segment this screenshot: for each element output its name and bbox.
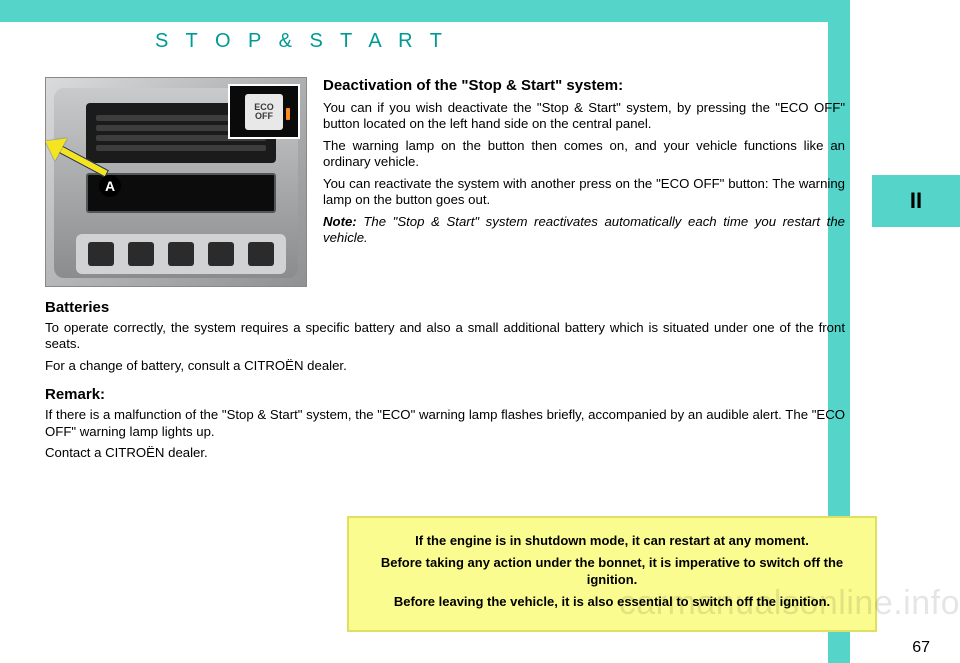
warning-box: If the engine is in shutdown mode, it ca… — [347, 516, 877, 632]
section-tab: II — [872, 175, 960, 227]
deactivation-section: Deactivation of the "Stop & Start" syste… — [323, 77, 845, 287]
eco-off-led — [286, 108, 290, 120]
lower-text: Batteries To operate correctly, the syst… — [45, 299, 845, 462]
climate-controls — [76, 234, 286, 274]
note-text: The "Stop & Start" system reactivates au… — [323, 214, 845, 246]
page-number: 67 — [912, 639, 930, 657]
content-area: S T O P & S T A R T ECO OFF — [45, 22, 845, 642]
eco-off-button-inset: ECO OFF — [228, 84, 300, 139]
warning-line2: Before taking any action under the bonne… — [367, 554, 857, 589]
dashboard-photo: ECO OFF — [45, 77, 307, 287]
deactivation-p3: You can reactivate the system with anoth… — [323, 176, 845, 209]
batteries-p2: For a change of battery, consult a CITRO… — [45, 358, 845, 375]
dashboard-figure: ECO OFF A — [45, 77, 307, 287]
page-title: S T O P & S T A R T — [155, 30, 845, 53]
warning-line3: Before leaving the vehicle, it is also e… — [367, 593, 857, 611]
top-row: ECO OFF A Deactivation of the "Stop & St… — [45, 77, 845, 287]
page: II S T O P & S T A R T ECO OFF — [0, 0, 960, 663]
remark-p2: Contact a CITROËN dealer. — [45, 445, 845, 462]
warning-line1: If the engine is in shutdown mode, it ca… — [367, 532, 857, 550]
batteries-heading: Batteries — [45, 299, 845, 318]
deactivation-p2: The warning lamp on the button then come… — [323, 138, 845, 171]
eco-off-button-face: ECO OFF — [245, 94, 283, 130]
batteries-p1: To operate correctly, the system require… — [45, 320, 845, 353]
deactivation-note: Note: The "Stop & Start" system reactiva… — [323, 214, 845, 247]
remark-heading: Remark: — [45, 386, 845, 405]
remark-p1: If there is a malfunction of the "Stop &… — [45, 407, 845, 440]
eco-label-line2: OFF — [255, 112, 273, 121]
deactivation-heading: Deactivation of the "Stop & Start" syste… — [323, 77, 845, 96]
note-label: Note: — [323, 214, 357, 229]
deactivation-p1: You can if you wish deactivate the "Stop… — [323, 100, 845, 133]
callout-badge-a: A — [99, 175, 121, 197]
